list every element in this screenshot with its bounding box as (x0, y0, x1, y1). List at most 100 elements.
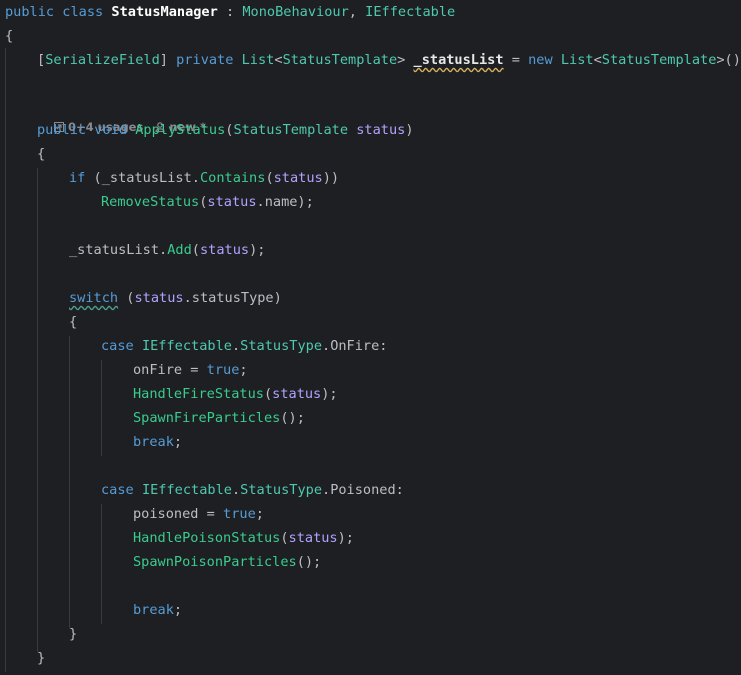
code-line[interactable]: onFire = true; (133, 358, 248, 382)
punct: . (231, 482, 241, 498)
code-line[interactable]: _statusList.Add(status); (69, 238, 265, 262)
punct: ) (405, 122, 414, 138)
punct: (); (296, 554, 322, 570)
keyword: case (101, 482, 134, 498)
code-line[interactable]: poisoned = true; (133, 502, 264, 526)
brace: { (69, 314, 78, 330)
type-name[interactable]: IEffectable (142, 482, 232, 498)
punct: ( (191, 242, 200, 258)
indent-guide (37, 168, 38, 652)
punct: ( (265, 170, 274, 186)
parameter[interactable]: status (289, 530, 338, 546)
parameter[interactable]: status (134, 290, 183, 306)
punct: . (322, 338, 331, 354)
keyword: void (94, 122, 128, 138)
punct: ( (118, 290, 135, 306)
indent-guide (69, 336, 70, 628)
method-name[interactable]: Add (167, 242, 192, 258)
brace: { (5, 28, 14, 44)
type-name[interactable]: StatusType (240, 482, 322, 498)
code-text: .name); (256, 194, 314, 210)
punct: ); (337, 530, 354, 546)
code-text: (_statusList. (85, 170, 200, 186)
code-line[interactable]: { (37, 142, 45, 166)
code-line[interactable]: break; (133, 598, 182, 622)
code-line[interactable]: HandleFireStatus(status); (133, 382, 338, 406)
parameter[interactable]: status (274, 170, 323, 186)
punct: = (503, 52, 529, 68)
type-name[interactable]: StatusType (240, 338, 322, 354)
punct: >(); (716, 52, 741, 68)
type-name[interactable]: IEffectable (142, 338, 232, 354)
punct: : (217, 4, 243, 20)
keyword: private (176, 52, 234, 68)
punct: . (322, 482, 331, 498)
punct: ( (280, 530, 289, 546)
code-line[interactable]: if (_statusList.Contains(status)) (69, 166, 339, 190)
punct: (); (280, 410, 305, 426)
punct: : (379, 338, 388, 354)
code-line[interactable]: [SerializeField] private List<StatusTemp… (37, 48, 741, 72)
parameter[interactable]: status (356, 122, 405, 138)
keyword: true (206, 362, 240, 378)
code-line[interactable]: public class StatusManager : MonoBehavio… (5, 0, 455, 24)
brace: } (69, 626, 78, 642)
keyword: true (223, 506, 256, 522)
method-name[interactable]: SpawnPoisonParticles (133, 554, 297, 570)
type-name[interactable]: StatusTemplate (602, 52, 717, 68)
parameter[interactable]: status (272, 386, 321, 402)
type-name[interactable]: StatusTemplate (283, 52, 398, 68)
indent-guide (101, 360, 102, 456)
class-name[interactable]: StatusManager (111, 4, 217, 20)
method-name[interactable]: HandleFireStatus (133, 386, 264, 402)
punct: ; (173, 434, 183, 450)
type-name[interactable]: List (561, 52, 594, 68)
punct: [ (37, 52, 46, 68)
punct: ; (173, 602, 183, 618)
field-name[interactable]: _statusList (414, 52, 504, 68)
code-line[interactable]: break; (133, 430, 182, 454)
parameter[interactable]: status (207, 194, 256, 210)
code-line[interactable]: case IEffectable.StatusType.OnFire: (101, 334, 387, 358)
type-name[interactable]: StatusTemplate (233, 122, 348, 138)
enum-member[interactable]: OnFire (330, 338, 379, 354)
method-name[interactable]: RemoveStatus (101, 194, 199, 210)
code-line[interactable]: case IEffectable.StatusType.Poisoned: (101, 478, 404, 502)
parameter[interactable]: status (200, 242, 249, 258)
punct: ] (159, 52, 168, 68)
code-line[interactable]: public void ApplyStatus(StatusTemplate s… (37, 118, 414, 142)
punct: )) (322, 170, 340, 186)
punct: ; (239, 362, 248, 378)
type-name[interactable]: List (242, 52, 275, 68)
method-name[interactable]: SpawnFireParticles (133, 410, 280, 426)
code-line[interactable]: HandlePoisonStatus(status); (133, 526, 354, 550)
type-name[interactable]: MonoBehaviour (242, 4, 348, 20)
code-line[interactable]: SpawnFireParticles(); (133, 406, 305, 430)
keyword: break (133, 602, 174, 618)
keyword: public (5, 4, 55, 20)
keyword: new (528, 52, 553, 68)
code-editor[interactable]: public class StatusManager : MonoBehavio… (0, 0, 741, 675)
method-name[interactable]: HandlePoisonStatus (133, 530, 280, 546)
keyword: break (133, 434, 174, 450)
code-text: poisoned = (133, 506, 224, 522)
enum-member[interactable]: Poisoned (330, 482, 395, 498)
code-lens[interactable]: 0+4 usages new * (38, 97, 206, 134)
type-name[interactable]: IEffectable (365, 4, 455, 20)
method-name[interactable]: Contains (200, 170, 265, 186)
keyword: class (62, 4, 104, 20)
code-line[interactable]: SpawnPoisonParticles(); (133, 550, 321, 574)
code-line[interactable]: { (69, 310, 77, 334)
code-line[interactable]: RemoveStatus(status.name); (101, 190, 314, 214)
code-text: .statusType) (183, 290, 282, 306)
brace: } (37, 650, 46, 666)
punct: : (395, 482, 404, 498)
attribute[interactable]: SerializeField (45, 52, 160, 68)
method-name[interactable]: ApplyStatus (135, 122, 225, 138)
code-line[interactable]: switch (status.statusType) (69, 286, 282, 310)
code-line[interactable]: } (37, 646, 45, 670)
code-line[interactable]: } (69, 622, 77, 646)
code-text: onFire = (133, 362, 207, 378)
punct: < (274, 52, 283, 68)
code-line[interactable]: { (5, 24, 13, 48)
